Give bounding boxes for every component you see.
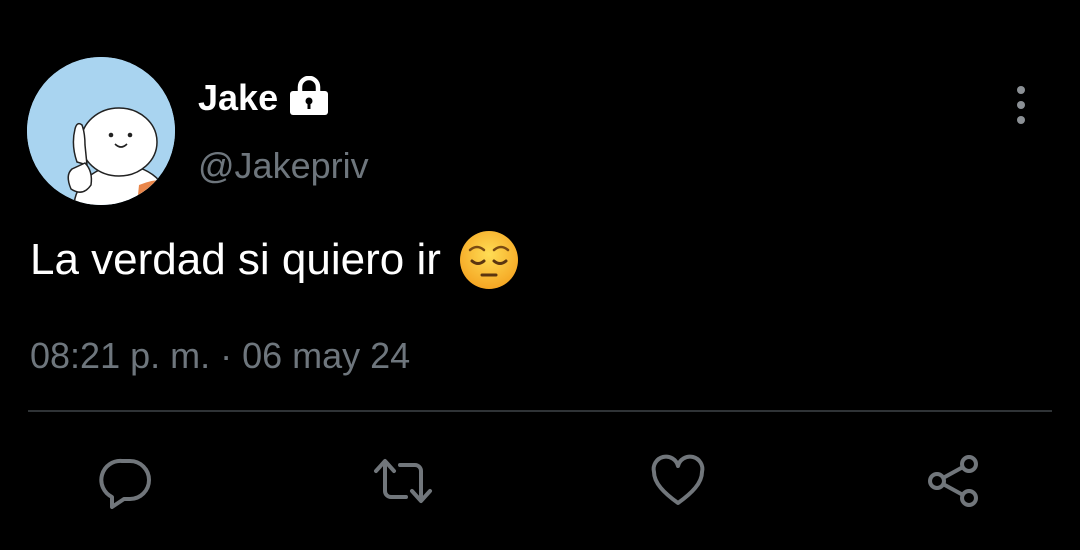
author-header[interactable]: Jake	[198, 75, 330, 120]
tweet-body: La verdad si quiero ir	[30, 228, 521, 292]
reply-button[interactable]	[98, 453, 154, 509]
lock-icon	[288, 75, 330, 116]
like-button[interactable]	[650, 453, 706, 509]
author-handle[interactable]: @Jakepriv	[198, 144, 369, 188]
divider	[28, 410, 1052, 412]
retweet-icon	[374, 459, 432, 503]
tweet-text: La verdad si quiero ir	[30, 235, 441, 284]
retweet-button[interactable]	[372, 453, 434, 509]
share-button[interactable]	[925, 453, 981, 509]
more-options-button[interactable]	[1000, 84, 1042, 126]
avatar-image	[27, 57, 175, 205]
tweet-timestamp[interactable]: 08:21 p. m. · 06 may 24	[30, 333, 410, 379]
more-vertical-icon	[1017, 86, 1025, 124]
share-icon	[928, 455, 978, 507]
avatar[interactable]	[27, 57, 175, 205]
pensive-face-emoji	[457, 228, 521, 292]
heart-icon	[651, 454, 705, 505]
display-name[interactable]: Jake	[198, 76, 278, 120]
reply-icon	[99, 458, 151, 509]
